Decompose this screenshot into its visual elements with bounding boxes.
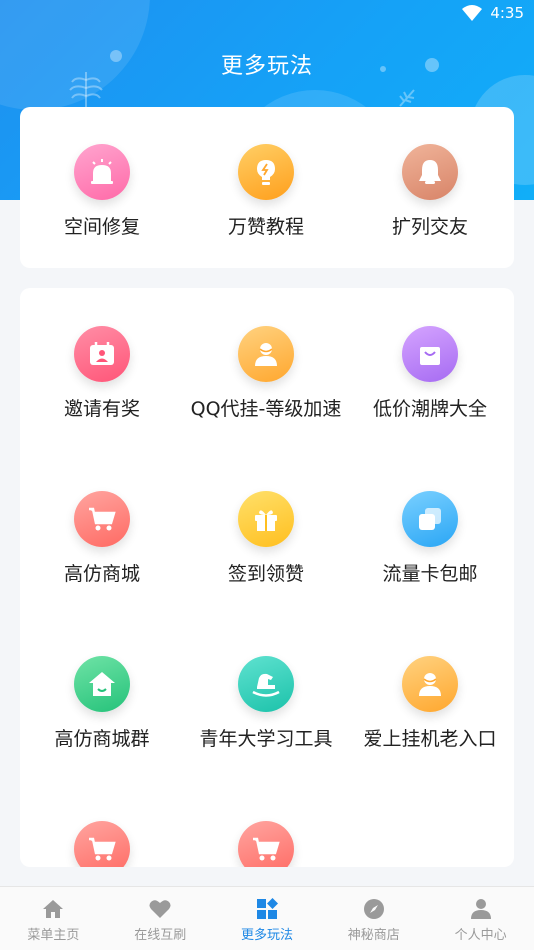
- cart-icon: [74, 491, 130, 547]
- feature-item[interactable]: 低价潮牌大全: [348, 326, 512, 421]
- feature-item-label: 流量卡包邮: [382, 563, 478, 585]
- tab-label: 个人中心: [454, 928, 507, 943]
- feature-item[interactable]: 高仿商城: [20, 491, 184, 586]
- feature-item[interactable]: 高仿商城群: [20, 656, 184, 751]
- tab-compass[interactable]: 神秘商店: [320, 887, 427, 950]
- cart-icon: [74, 821, 130, 867]
- leaf-decor-icon: [399, 89, 415, 107]
- feature-item-label: 青年大学习工具: [199, 728, 333, 750]
- feature-item[interactable]: 空间修复: [20, 144, 184, 239]
- feature-item[interactable]: 流量卡包邮: [348, 491, 512, 586]
- lightbulb-icon: [238, 144, 294, 200]
- feature-item-label: 高仿商城: [63, 563, 140, 585]
- feature-item[interactable]: 万赞教程: [184, 144, 348, 239]
- tab-heart[interactable]: 在线互刷: [107, 887, 214, 950]
- tab-label: 神秘商店: [347, 928, 400, 943]
- feature-item-label: 空间修复: [63, 216, 140, 238]
- feature-item[interactable]: [20, 821, 184, 867]
- status-time: 4:35: [490, 4, 524, 22]
- tab-person[interactable]: 个人中心: [427, 887, 534, 950]
- feature-item[interactable]: QQ代挂-等级加速: [184, 326, 348, 421]
- feature-item-label: 邀请有奖: [63, 398, 140, 420]
- rocking-horse-icon: [238, 656, 294, 712]
- compass-icon: [363, 899, 384, 919]
- feature-item[interactable]: 签到领赞: [184, 491, 348, 586]
- featured-card: 空间修复 万赞教程 扩列交友: [20, 107, 514, 268]
- cart-icon: [238, 821, 294, 867]
- home-icon: [43, 900, 64, 918]
- feature-item-label: 爱上挂机老入口: [363, 728, 497, 750]
- person-icon: [470, 899, 491, 919]
- feature-item-label: 扩列交友: [391, 216, 468, 238]
- status-bar: 4:35: [462, 4, 524, 22]
- page-title: 更多玩法: [220, 54, 313, 79]
- tab-label: 在线互刷: [134, 928, 187, 943]
- feature-item[interactable]: 扩列交友: [348, 144, 512, 239]
- feature-item-label: QQ代挂-等级加速: [190, 398, 342, 420]
- gift-icon: [238, 491, 294, 547]
- house-icon: [74, 656, 130, 712]
- tools-grid-card: 邀请有奖 QQ代挂-等级加速 低价潮牌大全高仿商城 签到领赞 流量卡包邮高仿商城群 青年大…: [20, 288, 514, 867]
- feature-item[interactable]: 爱上挂机老入口: [348, 656, 512, 751]
- shopping-bag-icon: [402, 326, 458, 382]
- tab-grid-more[interactable]: 更多玩法: [214, 887, 321, 950]
- tab-home[interactable]: 菜单主页: [0, 887, 107, 950]
- calendar-user-icon: [74, 326, 130, 382]
- feature-item-label: 高仿商城群: [54, 728, 150, 750]
- feature-item-label: 签到领赞: [227, 563, 304, 585]
- feature-item[interactable]: 青年大学习工具: [184, 656, 348, 751]
- tab-label: 更多玩法: [240, 928, 293, 943]
- user-icon: [238, 326, 294, 382]
- feature-item-label: 低价潮牌大全: [372, 398, 487, 420]
- feature-item[interactable]: 邀请有奖: [20, 326, 184, 421]
- user-icon: [402, 656, 458, 712]
- feature-item-label: 万赞教程: [227, 216, 304, 238]
- feature-item[interactable]: [184, 821, 348, 867]
- grid-more-icon: [256, 898, 278, 919]
- wifi-icon: [462, 5, 483, 21]
- cards-icon: [402, 491, 458, 547]
- tab-label: 菜单主页: [27, 928, 80, 943]
- heart-icon: [149, 900, 171, 918]
- qq-penguin-icon: [402, 144, 458, 200]
- bottom-tab-bar: 菜单主页 在线互刷 更多玩法 神秘商店 个人中心: [0, 886, 534, 950]
- siren-icon: [74, 144, 130, 200]
